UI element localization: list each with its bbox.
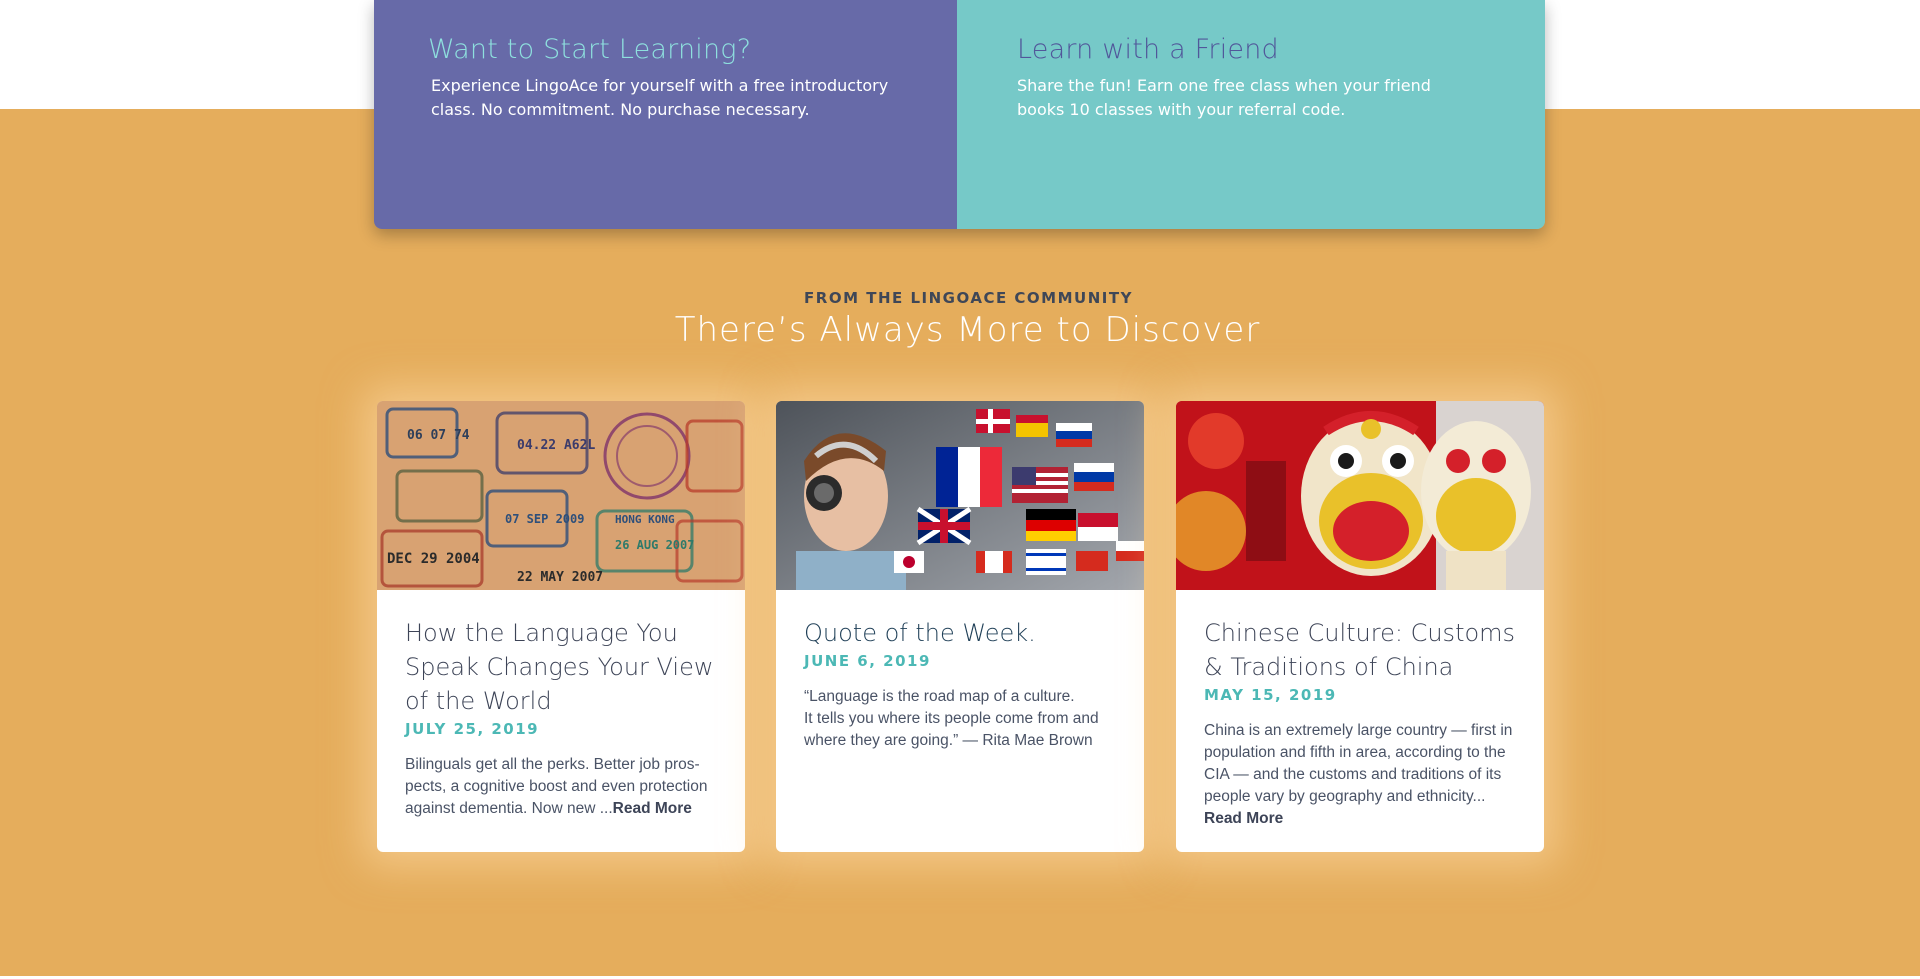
quote-line-1: “Language is the road map of a culture. (804, 688, 1075, 705)
community-title: There’s Always More to Discover (674, 310, 1261, 350)
promo-learn-with-friend[interactable]: Learn with a Friend Share the fun! Earn … (957, 0, 1545, 229)
svg-text:22 MAY 2007: 22 MAY 2007 (517, 570, 603, 585)
blog-card-language-view[interactable]: 06 07 74 04.22 A62L 07 SEP 2009 DEC 29 2… (377, 401, 745, 852)
headphones-flags-illustration (776, 401, 1144, 590)
blog-card-chinese-culture[interactable]: Chinese Culture: Customs & Traditions of… (1176, 401, 1544, 852)
passport-stamps-illustration: 06 07 74 04.22 A62L 07 SEP 2009 DEC 29 2… (377, 401, 745, 590)
promo-learn-with-friend-title[interactable]: Learn with a Friend (1017, 34, 1279, 65)
svg-text:04.22 A62L: 04.22 A62L (517, 438, 595, 453)
promo-start-learning-title[interactable]: Want to Start Learning? (428, 34, 751, 65)
card-title[interactable]: Quote of the Week. (804, 616, 1116, 650)
card-title[interactable]: Chinese Culture: Customs & Traditions of… (1204, 616, 1516, 684)
lion-dance-illustration (1176, 401, 1544, 590)
svg-text:HONG KONG: HONG KONG (615, 513, 675, 526)
card-excerpt-text: China is an extremely large country — fi… (1204, 722, 1513, 805)
community-eyebrow: FROM THE LINGOACE COMMUNITY (804, 289, 1133, 307)
promo-start-learning-text: Experience LingoAce for yourself with a … (431, 76, 889, 119)
read-more-link[interactable]: Read More (1204, 810, 1283, 827)
card-date: JUNE 6, 2019 (804, 652, 931, 670)
card-title[interactable]: How the Language You Speak Changes Your … (405, 616, 717, 718)
svg-text:26 AUG 2007: 26 AUG 2007 (615, 538, 694, 552)
lion-dance-image[interactable] (1176, 401, 1544, 590)
card-date: JULY 25, 2019 (405, 720, 540, 738)
svg-text:DEC 29 2004: DEC 29 2004 (387, 551, 480, 567)
quote-line-2: It tells you where its people come from … (804, 710, 1099, 749)
promo-banner: Want to Start Learning? Experience Lingo… (374, 0, 1545, 229)
passport-stamps-image[interactable]: 06 07 74 04.22 A62L 07 SEP 2009 DEC 29 2… (377, 401, 745, 590)
read-more-link[interactable]: Read More (613, 800, 692, 817)
card-date: MAY 15, 2019 (1204, 686, 1337, 704)
svg-text:07 SEP 2009: 07 SEP 2009 (505, 512, 584, 526)
headphones-flags-image[interactable] (776, 401, 1144, 590)
svg-text:06 07 74: 06 07 74 (407, 428, 470, 443)
promo-start-learning[interactable]: Want to Start Learning? Experience Lingo… (374, 0, 957, 229)
card-quote: “Language is the road map of a culture. … (804, 686, 1116, 752)
card-excerpt: China is an extremely large country — fi… (1204, 720, 1516, 830)
card-excerpt: Bilinguals get all the perks. Better job… (405, 754, 717, 820)
blog-card-quote-of-week[interactable]: Quote of the Week. JUNE 6, 2019 “Languag… (776, 401, 1144, 852)
promo-learn-with-friend-text: Share the fun! Earn one free class when … (1017, 76, 1431, 119)
